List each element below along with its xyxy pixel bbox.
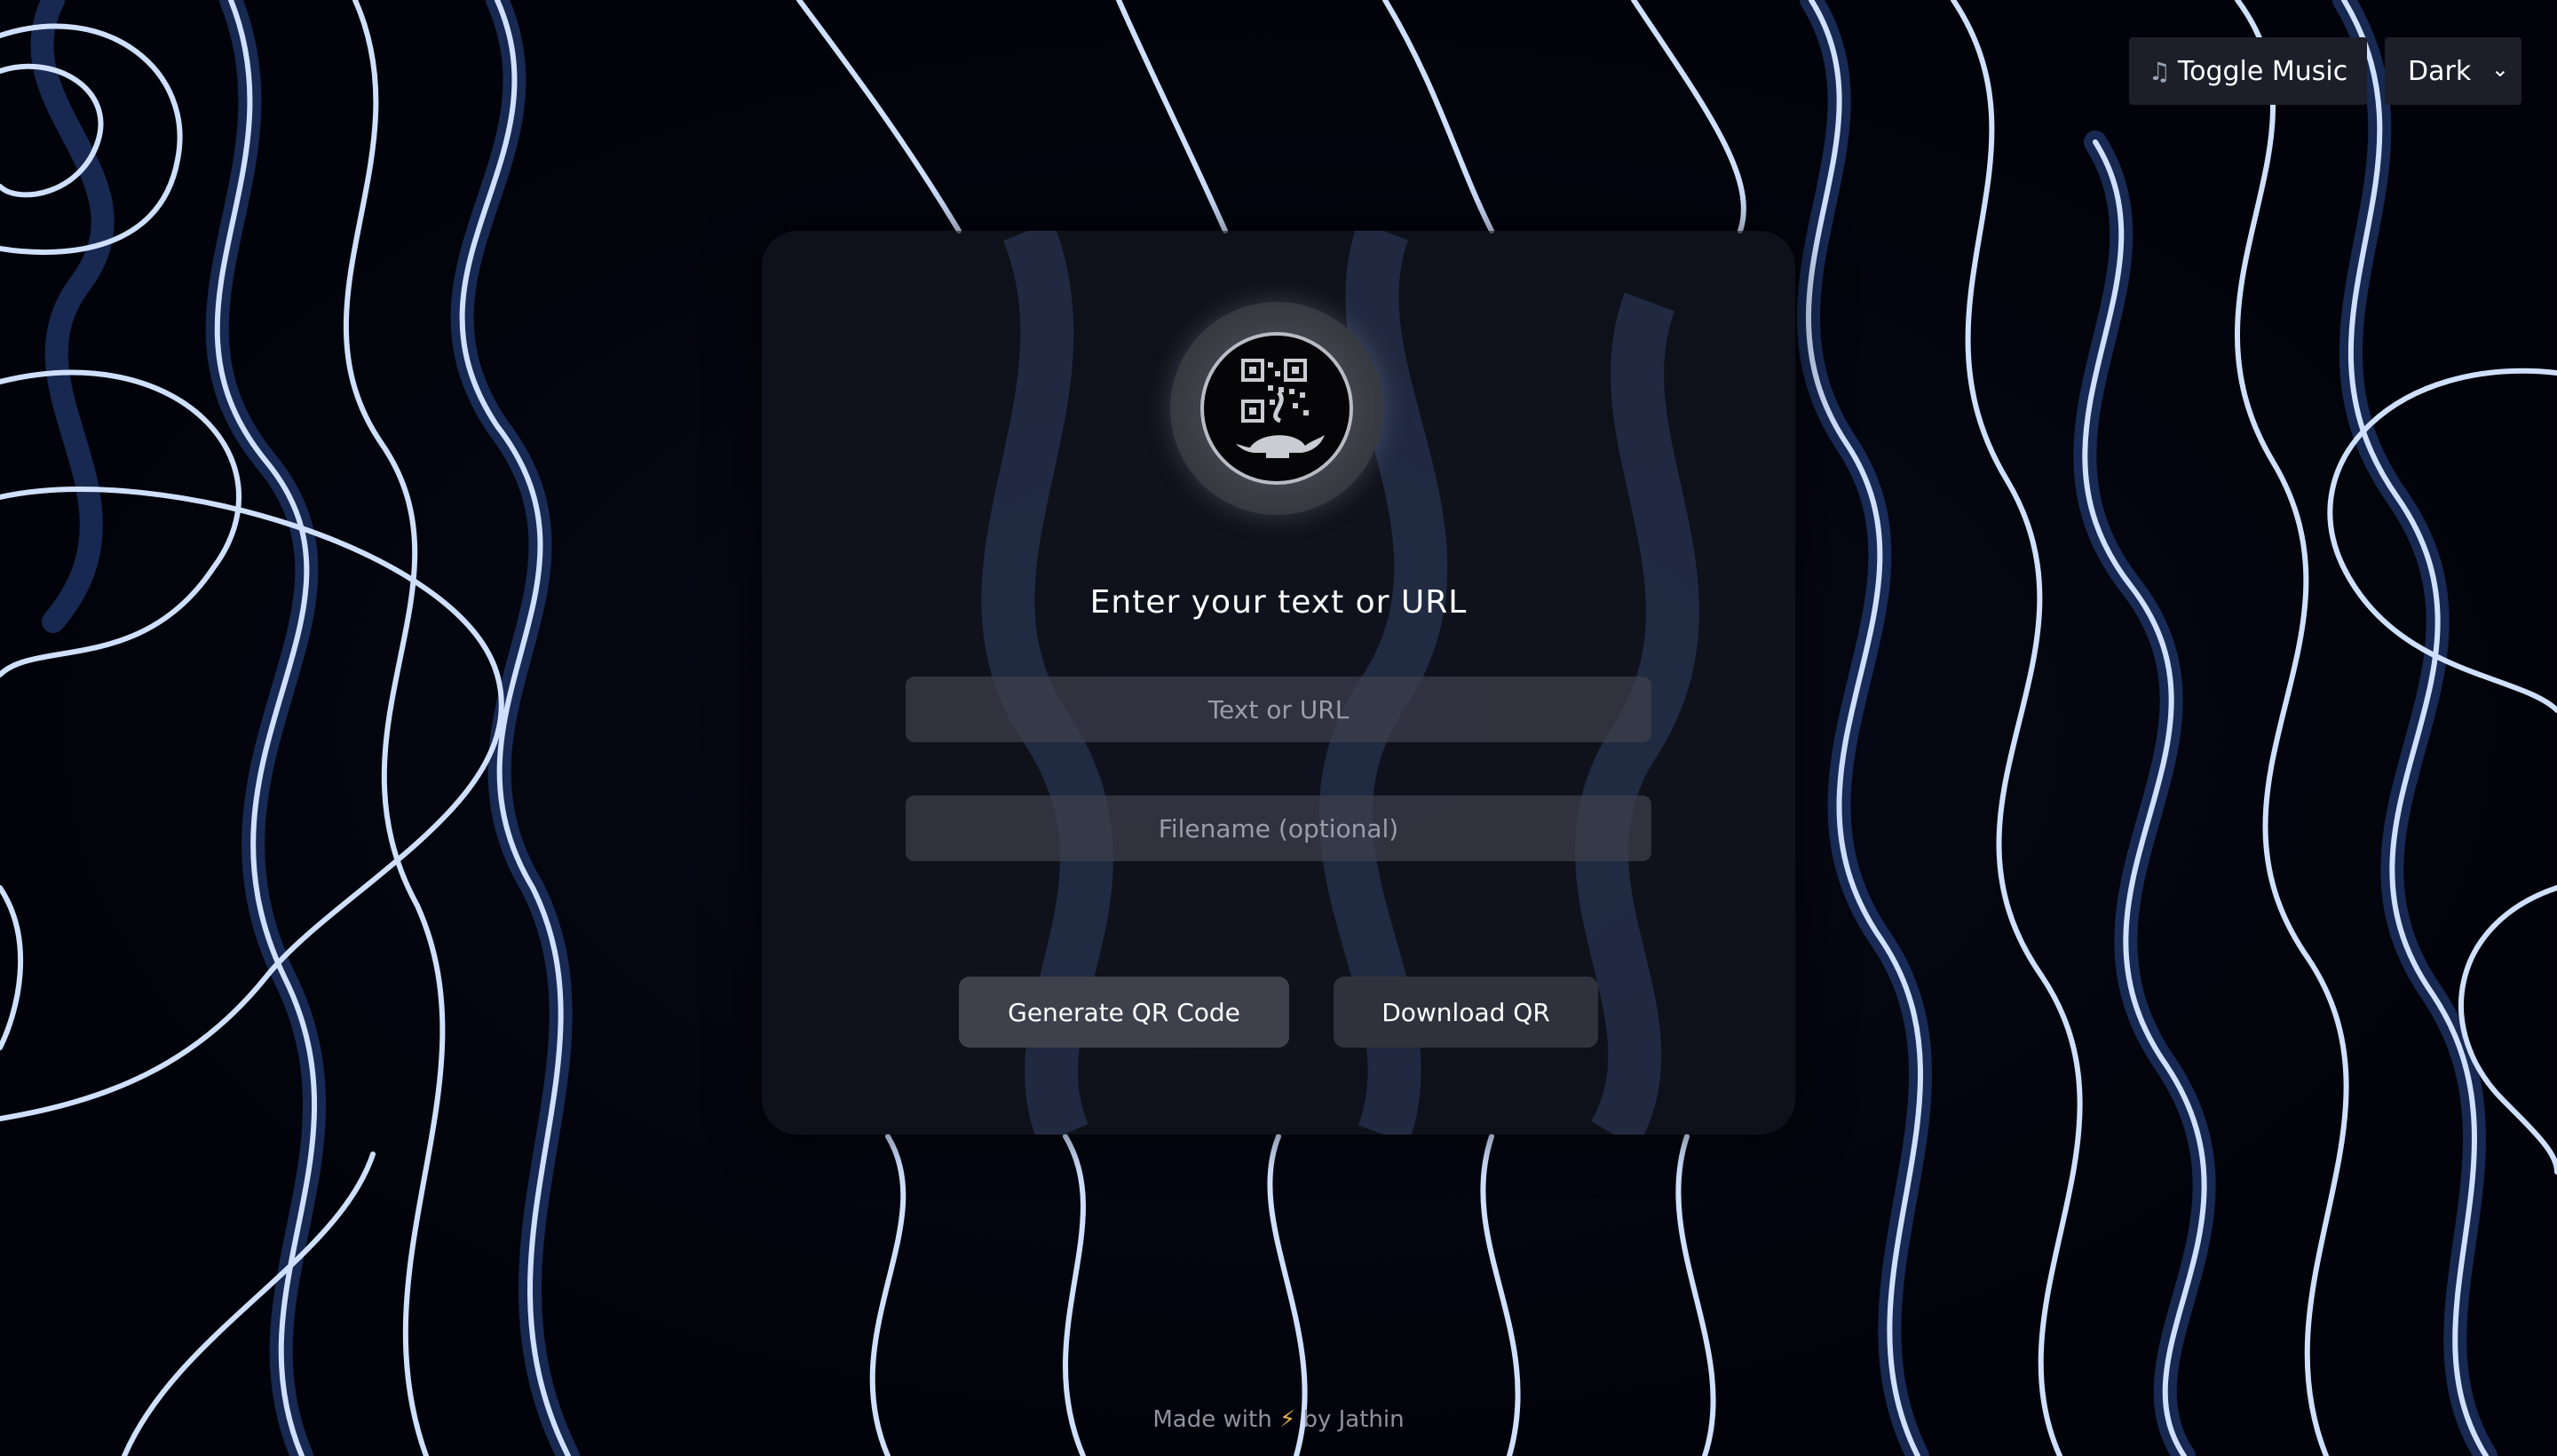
generate-qr-button[interactable]: Generate QR Code [959, 977, 1289, 1048]
theme-select-value: Dark [2408, 55, 2472, 87]
chevron-down-icon: ⌄ [2490, 57, 2509, 82]
qr-generator-card: Enter your text or URL Generate QR Code … [762, 231, 1795, 1135]
form-heading: Enter your text or URL [1089, 584, 1468, 621]
download-qr-button[interactable]: Download QR [1334, 977, 1598, 1048]
footer-suffix: by Jathin [1302, 1406, 1405, 1433]
app-logo [1170, 302, 1383, 515]
filename-input[interactable] [906, 795, 1651, 861]
qr-code-genie-lamp-icon [1200, 332, 1353, 485]
page: ♫ Toggle Music Dark ⌄ Enter your text or… [0, 0, 2557, 1456]
music-note-icon: ♫ [2148, 56, 2171, 86]
footer-credit: Made with ⚡ by Jathin [0, 1406, 2557, 1433]
text-url-input[interactable] [906, 677, 1651, 742]
toggle-music-button[interactable]: ♫ Toggle Music [2129, 37, 2367, 105]
lightning-bolt-icon: ⚡ [1278, 1406, 1296, 1433]
theme-select[interactable]: Dark ⌄ [2385, 37, 2521, 105]
footer-prefix: Made with [1152, 1406, 1272, 1433]
toggle-music-label: Toggle Music [2177, 55, 2348, 87]
